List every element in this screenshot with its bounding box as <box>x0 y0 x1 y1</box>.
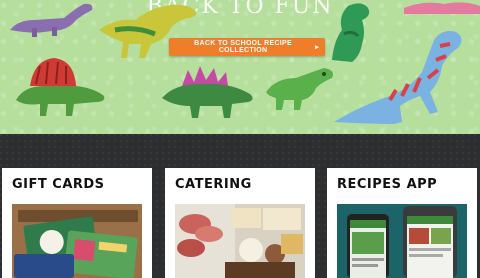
stegosaurus-toy <box>162 66 253 118</box>
phone-app-photo[interactable] <box>337 204 467 278</box>
card-title-recipes-app: RECIPES APP <box>337 177 438 192</box>
purple-dinosaur-toy <box>10 3 93 37</box>
catering-platter-photo[interactable] <box>175 204 305 278</box>
hero-banner[interactable]: BACK TO FUN BACK TO SCHOOL RECIPE COLLEC… <box>0 0 480 134</box>
card-title-gift-cards: GIFT CARDS <box>12 177 105 192</box>
phone-app-icon <box>337 204 467 278</box>
small-green-dinosaur-toy <box>266 68 333 110</box>
cta-label: BACK TO SCHOOL RECIPE COLLECTION <box>194 40 292 54</box>
dimetrodon-toy <box>16 58 105 116</box>
catering-platter-icon <box>175 204 305 278</box>
promo-section: GIFT CARDS CATERING RECIPES APP <box>0 134 480 278</box>
arrow-right-icon: ▸ <box>315 44 319 51</box>
gift-cards-card[interactable]: GIFT CARDS <box>2 168 152 278</box>
recipes-app-card[interactable]: RECIPES APP <box>327 168 477 278</box>
catering-card[interactable]: CATERING <box>165 168 315 278</box>
blue-striped-raptor-toy <box>334 31 462 124</box>
gift-cards-photo[interactable] <box>12 204 142 278</box>
gift-cards-icon <box>12 204 142 278</box>
pink-dinosaur-toy <box>404 2 480 14</box>
back-to-school-recipes-button[interactable]: BACK TO SCHOOL RECIPE COLLECTION ▸ <box>169 38 325 56</box>
card-title-catering: CATERING <box>175 177 252 192</box>
